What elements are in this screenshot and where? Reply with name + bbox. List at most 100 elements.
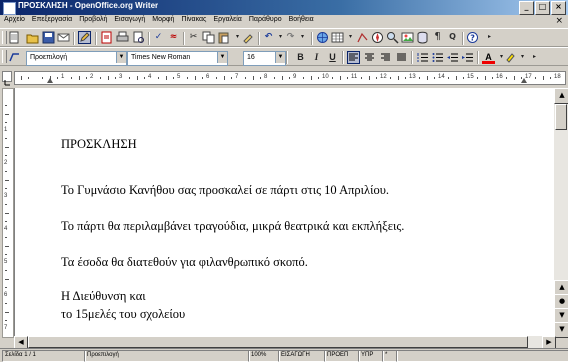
ruler-tick — [223, 76, 225, 80]
italic-button[interactable]: I — [310, 51, 323, 64]
font-color-icon[interactable]: A — [482, 51, 495, 64]
align-center-button[interactable] — [363, 51, 376, 64]
scroll-thumb[interactable] — [555, 104, 567, 130]
menu-edit[interactable]: Επεξεργασία — [32, 16, 72, 23]
copy-icon[interactable] — [202, 31, 215, 44]
export-pdf-icon[interactable] — [100, 31, 113, 44]
ruler-number: 9 — [293, 74, 297, 80]
document-heading[interactable]: ΠΡΟΣΚΛΗΣΗ — [61, 137, 137, 152]
ruler-tick — [288, 77, 290, 79]
hyperlink-icon[interactable] — [316, 31, 329, 44]
horizontal-ruler[interactable]: 1 2 3 4 5 6 7 8 9 10 11 12 13 14 15 16 17 18 — [0, 66, 568, 88]
toolbar-grip[interactable] — [2, 50, 7, 63]
chevron-down-icon[interactable]: ▼ — [116, 52, 126, 63]
ruler-tick — [513, 76, 515, 80]
bold-button[interactable]: B — [294, 51, 307, 64]
maximize-button[interactable]: □ — [535, 1, 550, 15]
document-page[interactable]: ΠΡΟΣΚΛΗΣΗ Το Γυμνάσιο Κανήθου σας προσκα… — [14, 88, 554, 336]
menu-file[interactable]: Αρχείο — [4, 16, 25, 23]
ruler-tick — [252, 76, 254, 80]
menu-format[interactable]: Μορφή — [152, 16, 174, 23]
styles-formatting-icon[interactable] — [8, 50, 21, 63]
align-left-button[interactable] — [347, 51, 360, 64]
toolbar-options-icon[interactable]: ▸ — [483, 31, 496, 44]
document-paragraph[interactable]: Το πάρτι θα περιλαμβάνει τραγούδια, μικρ… — [61, 219, 404, 234]
align-right-button[interactable] — [379, 51, 392, 64]
font-name-select[interactable]: Times New Roman ▼ — [127, 51, 228, 66]
ruler-tick — [426, 76, 428, 80]
navigator-icon[interactable] — [371, 31, 384, 44]
table-icon[interactable] — [331, 31, 344, 44]
redo-dropdown-icon[interactable]: ▾ — [296, 31, 309, 44]
vertical-ruler-tick — [5, 187, 7, 189]
underline-button[interactable]: U — [326, 51, 339, 64]
close-document-button[interactable]: × — [555, 16, 563, 26]
clone-formatting-icon[interactable] — [242, 31, 255, 44]
horizontal-scroll-thumb[interactable] — [28, 336, 528, 348]
toolbar-grip[interactable] — [2, 31, 7, 44]
open-folder-icon[interactable] — [26, 31, 39, 44]
data-sources-icon[interactable] — [416, 31, 429, 44]
edit-file-icon[interactable] — [78, 31, 91, 44]
ruler-tick — [455, 76, 457, 80]
gallery-icon[interactable] — [401, 31, 414, 44]
menu-view[interactable]: Προβολή — [79, 16, 107, 23]
page-indicator[interactable]: Σελίδα 1 / 1 — [2, 350, 86, 362]
zoom-icon[interactable]: Q — [446, 31, 459, 44]
menu-insert[interactable]: Εισαγωγή — [114, 16, 145, 23]
document-paragraph[interactable]: Τα έσοδα θα διατεθούν για φιλανθρωπικό σ… — [61, 255, 308, 270]
cut-icon[interactable]: ✂ — [187, 31, 200, 44]
menu-help[interactable]: Βοήθεια — [289, 16, 314, 23]
autospellcheck-icon[interactable]: ≈ — [167, 31, 180, 44]
chevron-down-icon[interactable]: ▼ — [275, 52, 285, 63]
new-document-icon[interactable] — [8, 31, 21, 44]
ruler-number: 3 — [119, 74, 123, 80]
zoom-indicator[interactable]: 100% — [248, 350, 280, 362]
bullets-icon[interactable] — [431, 51, 444, 64]
formatting-marks-icon[interactable]: ¶ — [431, 31, 444, 44]
print-icon[interactable] — [116, 31, 129, 44]
find-replace-icon[interactable] — [386, 31, 399, 44]
ruler-tick — [339, 76, 341, 80]
menu-tools[interactable]: Εργαλεία — [213, 16, 241, 23]
document-signature-line[interactable]: Η Διεύθυνση και — [61, 289, 146, 304]
selection-mode-indicator[interactable]: ΠΡΟΕΠ — [324, 350, 360, 362]
minimize-button[interactable]: _ — [519, 1, 534, 15]
ruler-tick — [477, 77, 479, 79]
menu-table[interactable]: Πίνακας — [181, 16, 206, 23]
show-draw-functions-icon[interactable] — [356, 31, 369, 44]
paste-icon[interactable] — [217, 31, 230, 44]
send-email-icon[interactable] — [57, 31, 70, 44]
ruler-tick — [317, 77, 319, 79]
justify-button[interactable] — [395, 51, 408, 64]
tab-type-selector[interactable] — [2, 71, 12, 86]
status-bar: Σελίδα 1 / 1 Προεπιλογή 100% ΕΙΣΑΓΩΓΗ ΠΡ… — [0, 348, 568, 362]
vertical-scrollbar[interactable]: ▲ ▲ ● ▼ ▼ — [554, 88, 568, 338]
chevron-down-icon[interactable]: ▼ — [217, 52, 227, 63]
vertical-ruler: 1 2 3 4 5 6 7 — [0, 88, 14, 338]
document-paragraph[interactable]: Το Γυμνάσιο Κανήθου σας προσκαλεί σε πάρ… — [61, 183, 389, 198]
scroll-up-button[interactable]: ▲ — [554, 88, 568, 104]
ruler-strip[interactable]: 1 2 3 4 5 6 7 8 9 10 11 12 13 14 15 16 17 18 — [14, 71, 566, 85]
toolbar-options-icon[interactable]: ▸ — [528, 51, 541, 64]
insert-mode-indicator[interactable]: ΕΙΣΑΓΩΓΗ — [278, 350, 326, 362]
page-preview-icon[interactable] — [132, 31, 145, 44]
document-signature-line[interactable]: το 15μελές του σχολείου — [61, 307, 185, 322]
decrease-indent-icon[interactable] — [446, 51, 459, 64]
left-indent-marker[interactable] — [47, 78, 53, 83]
spellcheck-icon[interactable]: ✓ — [152, 31, 165, 44]
numbering-icon[interactable] — [416, 51, 429, 64]
right-indent-marker[interactable] — [521, 78, 527, 83]
page-style-indicator[interactable]: Προεπιλογή — [84, 350, 250, 362]
scroll-down-button[interactable]: ▼ — [554, 322, 568, 338]
hyperlink-mode-indicator[interactable]: ΥΠΡ — [358, 350, 384, 362]
increase-indent-icon[interactable] — [461, 51, 474, 64]
paragraph-style-select[interactable]: Προεπιλογή ▼ — [26, 51, 127, 66]
ruler-tick — [187, 77, 189, 79]
help-icon[interactable]: ? — [466, 31, 479, 44]
horizontal-scrollbar[interactable]: ◀ ▶ — [14, 336, 556, 350]
font-size-select[interactable]: 16 ▼ — [243, 51, 286, 66]
menu-window[interactable]: Παράθυρο — [249, 16, 282, 23]
close-button[interactable]: × — [551, 1, 566, 15]
save-icon[interactable] — [42, 31, 55, 44]
